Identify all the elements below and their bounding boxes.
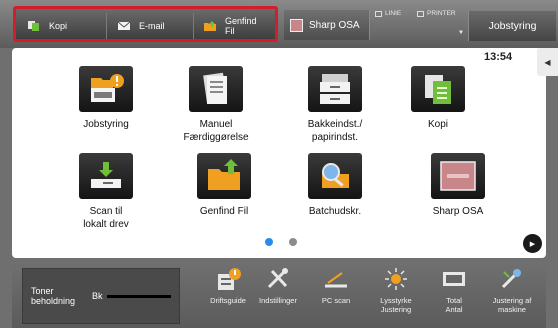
page-dot-active[interactable] (265, 238, 273, 246)
app-label: Scan til lokalt drev (83, 206, 129, 230)
top-bar: Kopi E-mail Genfind Fil Sharp OSA LINIE … (0, 0, 558, 48)
app-label: Genfind Fil (199, 206, 249, 217)
tool-label: Driftsguide (210, 296, 246, 305)
chevron-left-icon: ◀ (544, 57, 551, 67)
sharp-osa-tile (431, 153, 485, 199)
sharp-osa-icon (440, 161, 476, 191)
copy-icon (425, 75, 451, 104)
sharp-osa-button[interactable]: Sharp OSA (284, 10, 370, 40)
scan-to-drive-tile (79, 153, 133, 199)
app-job-status[interactable]: Jobstyring (51, 66, 161, 131)
job-status-label: Jobstyring (488, 20, 537, 32)
shortcut-email-label: E-mail (139, 20, 165, 31)
tool-label: Indstillinger (259, 296, 297, 305)
tool-pc-scan[interactable]: PC scan (303, 266, 369, 305)
shortcut-copy[interactable]: Kopi (27, 12, 67, 39)
batch-print-tile (308, 153, 362, 199)
tool-total-count[interactable]: Total Antal (421, 266, 487, 314)
clock: 13:54 (484, 51, 513, 63)
total-count-icon (443, 272, 465, 286)
tool-settings[interactable]: Indstillinger (245, 266, 311, 305)
tool-brightness[interactable]: Lysstyrke Justering (363, 266, 429, 314)
job-status-icon (91, 74, 124, 102)
brightness-icon (385, 268, 407, 290)
app-retrieve-file[interactable]: Genfind Fil (169, 153, 279, 218)
printer-indicator: PRINTER (417, 10, 456, 17)
app-label: Bakkeindst./ papirindst. (307, 119, 363, 143)
app-sharp-osa[interactable]: Sharp OSA (403, 153, 513, 218)
sharp-osa-label: Sharp OSA (309, 19, 360, 31)
line-indicator: LINIE (375, 10, 401, 17)
email-icon (117, 21, 131, 30)
indicator-lamp (417, 10, 424, 17)
pc-scan-icon (325, 272, 347, 288)
chevron-down-icon: ▼ (458, 30, 464, 36)
app-tray-settings[interactable]: Bakkeindst./ papirindst. (280, 66, 390, 144)
toner-status: Toner beholdning Bk (22, 268, 180, 324)
folder-retrieve-icon (204, 20, 216, 31)
shortcut-retrieve-file-label: Genfind Fil (225, 15, 257, 36)
printer-indicator-label: PRINTER (427, 10, 456, 17)
app-label: Manuel Færdiggørelse (183, 119, 249, 143)
shortcut-group: Kopi E-mail Genfind Fil (13, 6, 278, 42)
manual-finishing-icon (203, 72, 227, 104)
app-copy[interactable]: Kopi (383, 66, 493, 131)
settings-icon (267, 268, 288, 289)
app-manual-finishing[interactable]: Manuel Færdiggørelse (161, 66, 271, 144)
divider (106, 13, 107, 39)
tool-label: Lysstyrke Justering (380, 296, 412, 314)
app-label: Kopi (427, 119, 448, 130)
copy-icon (28, 20, 39, 31)
app-label: Jobstyring (83, 119, 129, 130)
sharp-osa-icon (290, 18, 303, 32)
batch-print-icon (322, 163, 349, 188)
side-panel-tab[interactable]: ◀ (537, 48, 558, 76)
folder-retrieve-icon (208, 159, 240, 190)
job-status-button[interactable]: Jobstyring (468, 11, 556, 41)
tray-settings-tile (308, 66, 362, 112)
tool-label: PC scan (321, 296, 351, 305)
job-status-tile (79, 66, 133, 112)
tray-settings-icon (320, 74, 350, 104)
retrieve-file-tile (197, 153, 251, 199)
toner-color-label: Bk (92, 291, 103, 301)
tool-label: Justering af maskine (492, 296, 532, 314)
shortcut-retrieve-file[interactable]: Genfind Fil (203, 12, 257, 39)
line-indicator-label: LINIE (385, 10, 402, 17)
page-dot[interactable] (289, 238, 297, 246)
app-label: Batchudskr. (308, 206, 362, 217)
app-scan-to-drive[interactable]: Scan til lokalt drev (51, 153, 161, 231)
tool-label: Total Antal (445, 296, 463, 314)
app-label: Sharp OSA (432, 206, 484, 217)
operation-guide-icon (218, 268, 241, 290)
copy-tile (411, 66, 465, 112)
tool-machine-adjust[interactable]: Justering af maskine (479, 266, 545, 314)
shortcut-email[interactable]: E-mail (117, 12, 165, 39)
page-indicator (265, 238, 297, 246)
app-batch-print[interactable]: Batchudskr. (280, 153, 390, 218)
indicator-lamp (375, 10, 382, 17)
manual-finishing-tile (189, 66, 243, 112)
machine-adjust-icon (501, 269, 521, 289)
divider (193, 13, 194, 39)
toner-level-bar (107, 295, 171, 298)
toner-label: Toner beholdning (31, 286, 76, 306)
next-page-button[interactable]: ▶ (523, 234, 542, 253)
scan-to-drive-icon (91, 162, 121, 188)
shortcut-copy-label: Kopi (49, 20, 68, 31)
play-icon: ▶ (529, 240, 536, 248)
